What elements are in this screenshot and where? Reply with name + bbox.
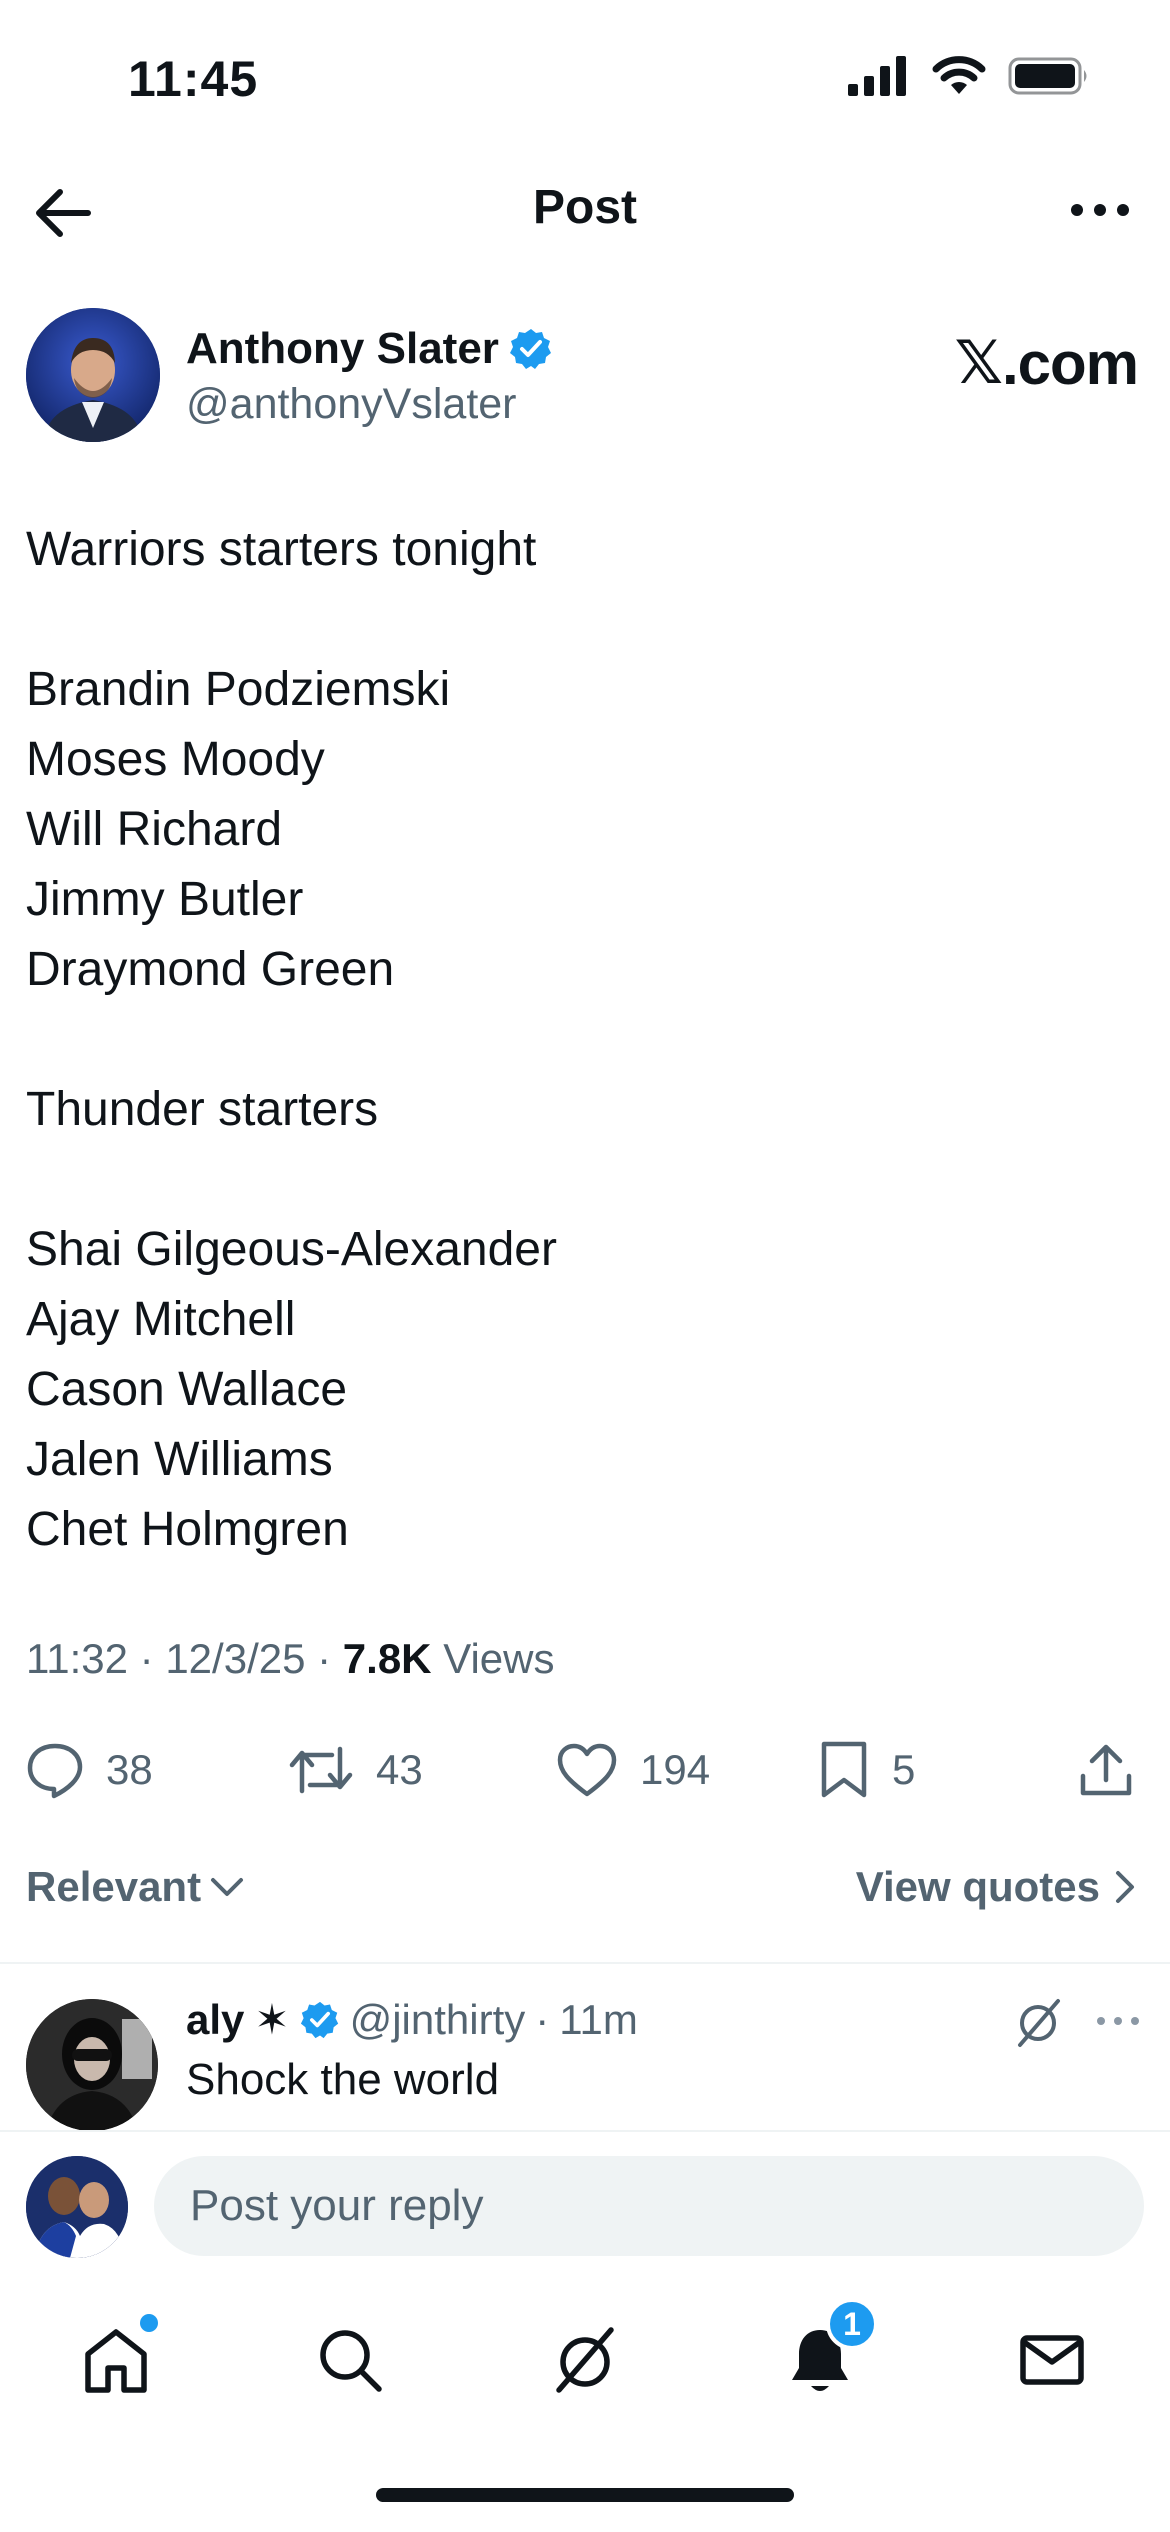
author-handle[interactable]: @anthonyVslater (186, 380, 517, 429)
post-text-line: Shai Gilgeous-Alexander (26, 1223, 557, 1276)
like-button[interactable]: 194 (556, 1730, 710, 1810)
reply-count: 38 (106, 1746, 153, 1793)
post-text-line: Draymond Green (26, 943, 395, 996)
battery-icon (1008, 57, 1087, 95)
post-time: 11:32 (26, 1635, 128, 1682)
post-author: Anthony Slater @anthonyVslater 𝕏 .com (26, 308, 1146, 443)
tab-messages[interactable] (1012, 2320, 1092, 2400)
bookmark-count: 5 (892, 1746, 916, 1793)
wifi-icon (932, 56, 986, 94)
home-icon (85, 2329, 147, 2393)
reply-button[interactable]: 38 (26, 1730, 153, 1810)
post-text-line: Chet Holmgren (26, 1503, 349, 1556)
cellular-signal-icon (848, 56, 906, 96)
status-time: 11:45 (128, 51, 259, 107)
notifications-badge: 1 (826, 2298, 878, 2350)
user-avatar[interactable] (26, 2156, 128, 2258)
reply-age: 11m (559, 1995, 638, 2043)
bookmark-icon (821, 1741, 867, 1798)
bookmark-button[interactable]: 5 (818, 1730, 915, 1810)
tab-grok[interactable] (545, 2320, 625, 2400)
reply-author-name[interactable]: aly (186, 1996, 244, 2044)
replies-sort-row: Relevant View quotes (26, 1855, 1136, 1925)
post-meta: 11:32 · 12/3/25 · 7.8K Views (26, 1635, 554, 1683)
heart-icon (557, 1743, 617, 1797)
post-text-line: Will Richard (26, 803, 283, 856)
share-button[interactable] (1078, 1730, 1134, 1810)
views-count: 7.8K (342, 1635, 432, 1682)
verified-badge-icon (509, 329, 551, 369)
post-text-line: Jalen Williams (26, 1433, 333, 1486)
post-text-line: Brandin Podziemski (26, 663, 451, 716)
repost-icon (289, 1746, 353, 1794)
post-text-blank-line (26, 1145, 1126, 1215)
chevron-down-icon (211, 1878, 244, 1896)
meta-separator: · (128, 1635, 166, 1682)
bottom-tab-bar: 1 (0, 2290, 1170, 2420)
post-text-blank-line (26, 1005, 1126, 1075)
grok-icon (1018, 1999, 1060, 2047)
tab-home[interactable] (76, 2314, 158, 2400)
reply-author-handle[interactable]: @jinthirty (350, 1996, 526, 2044)
post-text-line: Jimmy Butler (26, 873, 304, 926)
chevron-right-icon (1116, 1871, 1134, 1903)
meta-separator: · (305, 1635, 343, 1682)
home-indicator (376, 2488, 794, 2502)
nav-header: Post (0, 150, 1170, 265)
like-count: 194 (640, 1746, 711, 1793)
reply-author-star: ✶ (254, 1996, 290, 2043)
xcom-brand-label: 𝕏 .com (954, 328, 1139, 398)
page-title: Post (532, 181, 637, 234)
verified-badge-icon (300, 2001, 338, 2038)
more-horizontal-icon (1097, 2017, 1139, 2025)
more-options-button[interactable] (1060, 180, 1140, 240)
author-name[interactable]: Anthony Slater (186, 324, 553, 374)
author-avatar[interactable] (26, 308, 160, 442)
view-quotes-link[interactable]: View quotes (856, 1863, 1136, 1911)
post-text-line: Warriors starters tonight (26, 523, 537, 576)
reply-composer: Post your reply (26, 2150, 1144, 2260)
divider (0, 2130, 1170, 2132)
post-text-blank-line (26, 585, 1126, 655)
reply-more-button[interactable] (1090, 2001, 1146, 2041)
post-text-line: Ajay Mitchell (26, 1293, 296, 1346)
reply-separator: · (535, 1995, 550, 2043)
search-icon (320, 2330, 382, 2392)
author-name-text: Anthony Slater (186, 324, 499, 373)
sort-label: Relevant (26, 1863, 202, 1910)
status-icons (848, 56, 1090, 96)
post-date: 12/3/25 (165, 1635, 306, 1682)
divider (0, 1962, 1170, 1964)
repost-button[interactable]: 43 (288, 1730, 423, 1810)
reply-input[interactable]: Post your reply (154, 2156, 1144, 2256)
tab-search[interactable] (310, 2320, 390, 2400)
reply-icon (27, 1743, 83, 1799)
reply-header: aly ✶ @jinthirty · 11m (186, 1995, 638, 2044)
grok-icon (556, 2327, 614, 2393)
sort-dropdown[interactable]: Relevant (26, 1863, 245, 1911)
mail-icon (1020, 2335, 1084, 2385)
reply-text: Shock the world (186, 2055, 500, 2104)
tab-notifications[interactable]: 1 (780, 2298, 878, 2400)
share-icon (1080, 1744, 1132, 1796)
home-new-dot (140, 2314, 158, 2332)
view-quotes-label: View quotes (855, 1863, 1100, 1910)
status-bar: 11:45 (0, 0, 1170, 150)
x-logo-icon: 𝕏 (954, 329, 1003, 396)
xcom-text: .com (1001, 329, 1139, 397)
repost-count: 43 (376, 1746, 423, 1793)
reply-item[interactable]: aly ✶ @jinthirty · 11m Shock the world (26, 1995, 1146, 2131)
post-text-line: Moses Moody (26, 733, 325, 786)
more-horizontal-icon (1071, 204, 1129, 216)
reply-avatar[interactable] (26, 1999, 158, 2131)
views-label: Views (443, 1635, 555, 1682)
grok-button[interactable] (1010, 1995, 1066, 2051)
post-text-line: Cason Wallace (26, 1363, 348, 1416)
post-text-line: Thunder starters (26, 1083, 379, 1136)
post-actions: 38 43 194 5 (26, 1730, 1146, 1810)
post-text: Warriors starters tonight Brandin Podziem… (26, 515, 1126, 1565)
